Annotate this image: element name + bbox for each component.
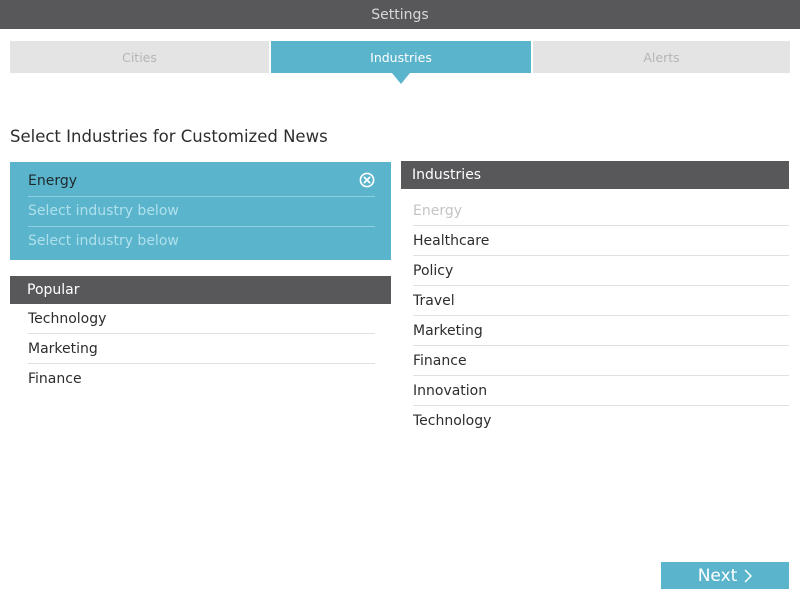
popular-item-finance[interactable]: Finance <box>28 364 375 394</box>
tab-bar: Cities Industries Alerts <box>10 41 790 73</box>
window-title: Settings <box>371 6 429 23</box>
title-bar: Settings <box>0 0 800 29</box>
section-title: Select Industries for Customized News <box>10 127 328 146</box>
industry-item-innovation[interactable]: Innovation <box>413 376 789 406</box>
remove-circle-icon[interactable] <box>359 172 375 188</box>
popular-header-label: Popular <box>27 282 80 298</box>
next-button-label: Next <box>697 565 738 586</box>
popular-item-technology[interactable]: Technology <box>28 304 375 334</box>
placeholder-label: Select industry below <box>28 233 179 249</box>
tab-industries[interactable]: Industries <box>271 41 531 73</box>
industry-item-finance[interactable]: Finance <box>413 346 789 376</box>
industry-item-policy[interactable]: Policy <box>413 256 789 286</box>
popular-item-marketing[interactable]: Marketing <box>28 334 375 364</box>
industries-header-label: Industries <box>412 167 482 183</box>
selected-industry-placeholder: Select industry below <box>28 196 375 227</box>
selected-industry-label: Energy <box>28 173 78 189</box>
next-button[interactable]: Next <box>661 562 789 589</box>
industry-item-energy: Energy <box>413 196 789 226</box>
placeholder-label: Select industry below <box>28 203 179 219</box>
chevron-right-icon <box>744 568 753 583</box>
selected-industry-item: Energy <box>28 166 375 197</box>
selected-industries-box: Energy Select industry below Select indu… <box>10 162 391 260</box>
selected-industry-placeholder: Select industry below <box>28 226 375 256</box>
industry-item-healthcare[interactable]: Healthcare <box>413 226 789 256</box>
active-tab-pointer <box>392 73 410 84</box>
industry-item-technology[interactable]: Technology <box>413 406 789 436</box>
industries-header: Industries <box>401 161 789 189</box>
industry-item-travel[interactable]: Travel <box>413 286 789 316</box>
popular-header: Popular <box>10 276 391 304</box>
tab-cities[interactable]: Cities <box>10 41 269 73</box>
tab-alerts[interactable]: Alerts <box>533 41 790 73</box>
industry-item-marketing[interactable]: Marketing <box>413 316 789 346</box>
